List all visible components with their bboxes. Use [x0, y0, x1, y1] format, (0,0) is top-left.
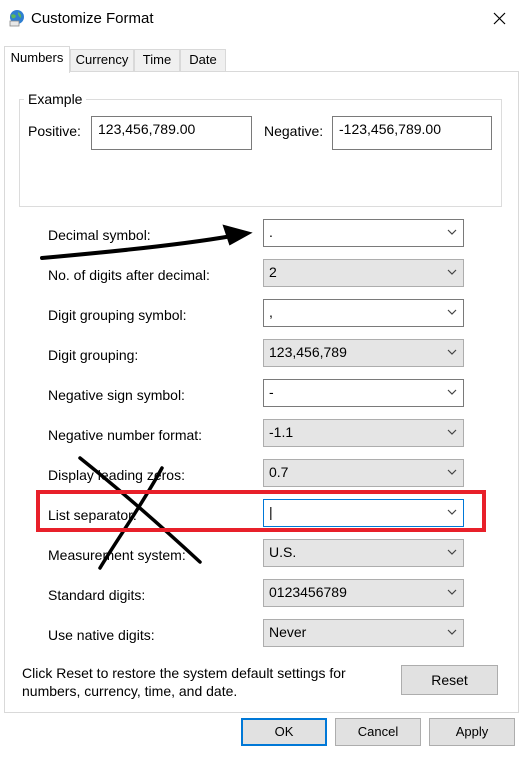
- title-bar: Customize Format: [0, 0, 523, 38]
- chevron-down-icon: [447, 469, 457, 475]
- tab-date[interactable]: Date: [180, 49, 226, 71]
- positive-example-field: 123,456,789.00: [91, 116, 252, 150]
- display-leading-zeros-label: Display leading zeros:: [48, 467, 185, 483]
- negative-label: Negative:: [264, 123, 324, 139]
- standard-digits-select[interactable]: 0123456789: [263, 579, 464, 607]
- display-leading-zeros-select[interactable]: 0.7: [263, 459, 464, 487]
- list-separator-combo[interactable]: |: [263, 499, 464, 527]
- digit-grouping-symbol-label: Digit grouping symbol:: [48, 307, 187, 323]
- use-native-digits-value: Never: [269, 624, 307, 640]
- display-leading-zeros-value: 0.7: [269, 464, 289, 480]
- negative-sign-symbol-value: -: [269, 384, 274, 400]
- tab-strip: Numbers Currency Time Date: [4, 46, 519, 73]
- decimal-symbol-value: .: [269, 224, 273, 240]
- positive-label: Positive:: [28, 123, 81, 139]
- standard-digits-value: 0123456789: [269, 584, 347, 600]
- chevron-down-icon: [447, 389, 457, 395]
- list-separator-value: |: [269, 504, 273, 520]
- negative-number-format-value: -1.1: [269, 424, 294, 440]
- decimal-symbol-label: Decimal symbol:: [48, 227, 151, 243]
- measurement-system-label: Measurement system:: [48, 547, 186, 563]
- chevron-down-icon: [447, 429, 457, 435]
- negative-number-format-select[interactable]: -1.1: [263, 419, 464, 447]
- ok-button[interactable]: OK: [241, 718, 327, 746]
- chevron-down-icon: [447, 229, 457, 235]
- tab-time[interactable]: Time: [134, 49, 180, 71]
- cancel-button[interactable]: Cancel: [335, 718, 421, 746]
- chevron-down-icon: [447, 589, 457, 595]
- window-title: Customize Format: [31, 10, 154, 27]
- use-native-digits-label: Use native digits:: [48, 627, 155, 643]
- digit-grouping-value: 123,456,789: [269, 344, 347, 360]
- decimal-symbol-combo[interactable]: .: [263, 219, 464, 247]
- close-button[interactable]: [477, 0, 523, 38]
- digit-grouping-select[interactable]: 123,456,789: [263, 339, 464, 367]
- chevron-down-icon: [447, 269, 457, 275]
- digits-after-decimal-value: 2: [269, 264, 277, 280]
- negative-sign-symbol-label: Negative sign symbol:: [48, 387, 185, 403]
- chevron-down-icon: [447, 549, 457, 555]
- list-separator-label: List separator:: [48, 507, 137, 523]
- negative-sign-symbol-combo[interactable]: -: [263, 379, 464, 407]
- digits-after-decimal-label: No. of digits after decimal:: [48, 267, 210, 283]
- standard-digits-label: Standard digits:: [48, 587, 146, 603]
- globe-settings-icon: [8, 9, 26, 27]
- measurement-system-select[interactable]: U.S.: [263, 539, 464, 567]
- chevron-down-icon: [447, 629, 457, 635]
- apply-button[interactable]: Apply: [429, 718, 515, 746]
- digit-grouping-symbol-value: ,: [269, 304, 273, 320]
- negative-example-field: -123,456,789.00: [332, 116, 492, 150]
- reset-button[interactable]: Reset: [401, 665, 498, 695]
- digits-after-decimal-select[interactable]: 2: [263, 259, 464, 287]
- negative-number-format-label: Negative number format:: [48, 427, 203, 443]
- reset-description: Click Reset to restore the system defaul…: [22, 665, 346, 699]
- measurement-system-value: U.S.: [269, 544, 297, 560]
- close-icon: [493, 12, 506, 25]
- tab-currency[interactable]: Currency: [70, 49, 134, 71]
- chevron-down-icon: [447, 509, 457, 515]
- use-native-digits-select[interactable]: Never: [263, 619, 464, 647]
- chevron-down-icon: [447, 309, 457, 315]
- digit-grouping-label: Digit grouping:: [48, 347, 139, 363]
- tab-numbers[interactable]: Numbers: [4, 46, 70, 73]
- chevron-down-icon: [447, 349, 457, 355]
- example-legend: Example: [24, 91, 87, 107]
- digit-grouping-symbol-combo[interactable]: ,: [263, 299, 464, 327]
